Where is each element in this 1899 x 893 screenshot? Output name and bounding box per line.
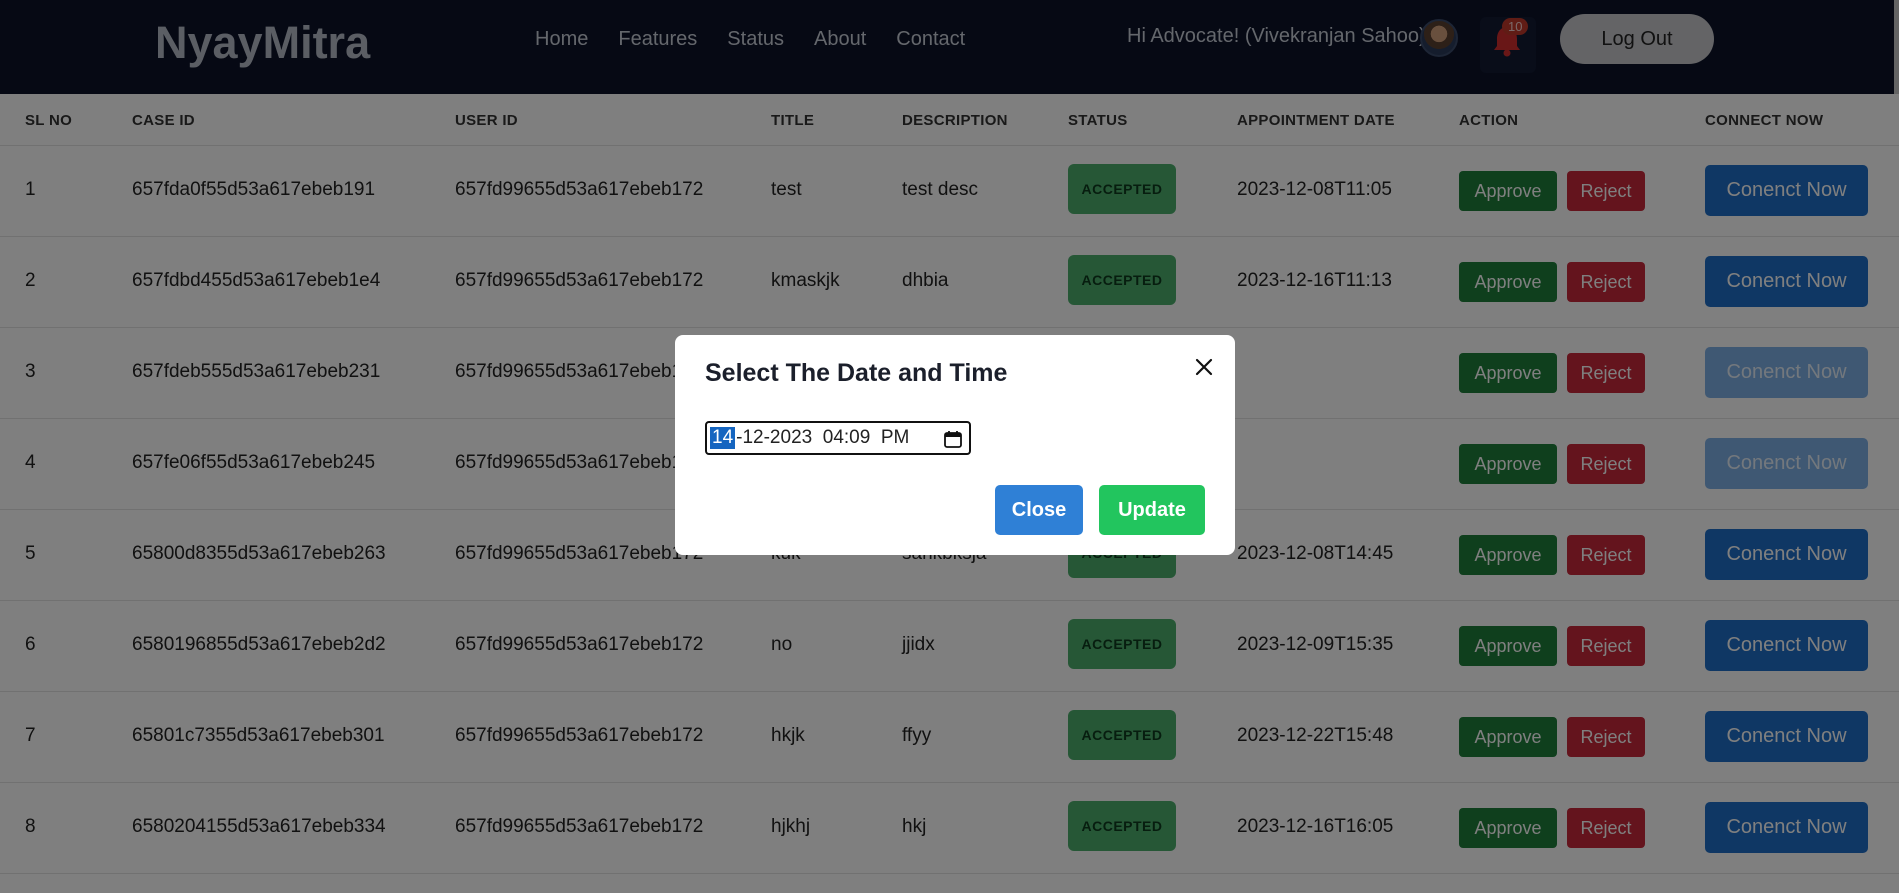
modal-title: Select The Date and Time xyxy=(705,359,1008,387)
modal-close-x-button[interactable] xyxy=(1190,353,1218,381)
page: NyayMitra Home Features Status About Con… xyxy=(0,0,1899,893)
modal-update-button[interactable]: Update xyxy=(1099,485,1205,535)
datetime-modal: Select The Date and Time 14 -12-2023 04:… xyxy=(675,335,1235,555)
datetime-input[interactable]: 14 -12-2023 04:09 PM xyxy=(705,421,971,455)
modal-backdrop[interactable]: Select The Date and Time 14 -12-2023 04:… xyxy=(0,0,1899,893)
calendar-icon[interactable] xyxy=(943,429,963,449)
datetime-rest-segment[interactable]: -12-2023 04:09 PM xyxy=(736,427,909,449)
close-icon xyxy=(1195,358,1213,376)
datetime-day-segment[interactable]: 14 xyxy=(710,427,736,449)
modal-close-button[interactable]: Close xyxy=(995,485,1083,535)
